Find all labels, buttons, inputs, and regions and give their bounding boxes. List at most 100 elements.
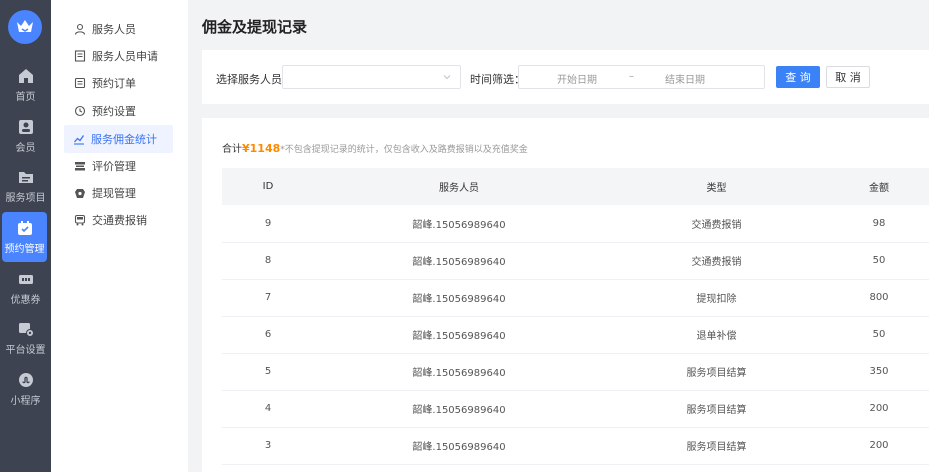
table-row: 8 韶峰.15056989640 交通费报销 50 (222, 242, 929, 280)
total-summary: 合计¥1148*不包含提现记录的统计，仅包含收入及路费报销以及充值奖金 (222, 140, 528, 155)
rail-item-label: 小程序 (10, 396, 41, 407)
submenu-item-booking-settings[interactable]: 预约设置 (65, 97, 225, 125)
rail-item-mini-program[interactable]: 小程序 (0, 364, 51, 414)
rail-item-label: 优惠券 (10, 295, 41, 306)
rail-item-label: 服务项目 (5, 193, 46, 204)
records-panel: 合计¥1148*不包含提现记录的统计，仅包含收入及路费报销以及充值奖金 ID 服… (202, 118, 929, 472)
cell-amount: 50 (829, 242, 929, 280)
calendar-check-icon (16, 219, 34, 237)
cell-id: 3 (222, 427, 314, 465)
rail-item-platform-settings[interactable]: 平台设置 (0, 313, 51, 363)
total-label: 合计 (222, 144, 242, 155)
cell-staff: 韶峰.15056989640 (314, 279, 604, 317)
cell-id: 4 (222, 390, 314, 428)
cell-staff: 韶峰.15056989640 (314, 427, 604, 465)
cell-staff: 韶峰.15056989640 (314, 242, 604, 280)
filter-panel: 选择服务人员： 时间筛选： 开始日期 – 结束日期 查 询 取 消 (202, 50, 929, 104)
cell-staff: 韶峰.15056989640 (314, 353, 604, 391)
records-table: ID 服务人员 类型 金额 9 韶峰.15056989640 交通费报销 98 … (222, 168, 929, 465)
bus-icon (74, 214, 86, 226)
rail-item-label: 首页 (15, 92, 36, 103)
rail-item-coupon[interactable]: 优惠券 (0, 263, 51, 313)
query-button[interactable]: 查 询 (776, 66, 820, 88)
submenu-item-label: 交通费报销 (92, 214, 147, 227)
submenu-item-label: 预约订单 (92, 77, 136, 90)
column-header-staff: 服务人员 (314, 168, 604, 205)
cell-staff: 韶峰.15056989640 (314, 205, 604, 243)
date-range-picker[interactable]: 开始日期 – 结束日期 (518, 65, 765, 89)
mini-program-icon (17, 371, 35, 389)
chevron-down-icon (442, 71, 452, 85)
order-icon (74, 77, 86, 89)
rail-item-home[interactable]: 首页 (0, 60, 51, 110)
user-icon (74, 23, 86, 35)
cell-id: 6 (222, 316, 314, 354)
submenu-item-label: 预约设置 (92, 105, 136, 118)
home-icon (17, 67, 35, 85)
page-title: 佣金及提现记录 (202, 18, 308, 36)
cancel-button[interactable]: 取 消 (826, 66, 870, 88)
rail-item-service[interactable]: 服务项目 (0, 161, 51, 211)
column-header-id: ID (222, 168, 314, 205)
cell-staff: 韶峰.15056989640 (314, 390, 604, 428)
submenu-item-commission-stats[interactable]: 服务佣金统计 (64, 125, 173, 153)
table-header-row: ID 服务人员 类型 金额 (222, 168, 929, 205)
clock-gear-icon (74, 105, 86, 117)
cell-type: 服务项目结算 (604, 390, 829, 428)
table-row: 5 韶峰.15056989640 服务项目结算 350 (222, 353, 929, 391)
submenu-item-label: 服务人员 (92, 23, 136, 36)
cell-type: 服务项目结算 (604, 427, 829, 465)
column-header-amount: 金额 (829, 168, 929, 205)
date-range-separator: – (629, 71, 634, 82)
rail-item-label: 平台设置 (5, 345, 46, 356)
cell-id: 8 (222, 242, 314, 280)
table-row: 4 韶峰.15056989640 服务项目结算 200 (222, 390, 929, 428)
cell-amount: 800 (829, 279, 929, 317)
app-logo[interactable] (8, 10, 42, 44)
submenu-item-reviews[interactable]: 评价管理 (65, 152, 225, 180)
table-row: 9 韶峰.15056989640 交通费报销 98 (222, 205, 929, 243)
submenu-item-booking-orders[interactable]: 预约订单 (65, 69, 225, 97)
cell-type: 提现扣除 (604, 279, 829, 317)
cell-staff: 韶峰.15056989640 (314, 316, 604, 354)
folder-icon (17, 168, 35, 186)
cell-type: 退单补偿 (604, 316, 829, 354)
table-row: 7 韶峰.15056989640 提现扣除 800 (222, 279, 929, 317)
submenu-item-label: 评价管理 (92, 160, 136, 173)
submenu-item-transport-reimbursement[interactable]: 交通费报销 (65, 206, 225, 234)
member-icon (17, 118, 35, 136)
table-row: 3 韶峰.15056989640 服务项目结算 200 (222, 427, 929, 465)
cell-amount: 200 (829, 390, 929, 428)
end-date-input[interactable]: 结束日期 (665, 71, 705, 86)
ticket-icon (17, 270, 35, 288)
cell-amount: 50 (829, 316, 929, 354)
cell-id: 5 (222, 353, 314, 391)
cell-id: 7 (222, 279, 314, 317)
withdraw-icon (74, 187, 86, 199)
rail-item-booking[interactable]: 预约管理 (2, 212, 47, 262)
cell-amount: 200 (829, 427, 929, 465)
start-date-input[interactable]: 开始日期 (557, 71, 597, 86)
crown-logo-icon (17, 20, 33, 32)
rail-item-label: 会员 (15, 143, 36, 154)
rail-item-member[interactable]: 会员 (0, 111, 51, 161)
cell-id: 9 (222, 205, 314, 243)
submenu-item-label: 提现管理 (92, 187, 136, 200)
column-header-type: 类型 (604, 168, 829, 205)
review-icon (74, 160, 86, 172)
submenu-item-withdrawals[interactable]: 提现管理 (65, 179, 225, 207)
staff-select[interactable] (282, 65, 461, 89)
rail-item-label: 预约管理 (4, 244, 45, 255)
trend-chart-icon (73, 133, 85, 145)
total-note: *不包含提现记录的统计，仅包含收入及路费报销以及充值奖金 (280, 145, 528, 155)
submenu-item-staff-application[interactable]: 服务人员申请 (65, 42, 225, 70)
submenu-item-staff[interactable]: 服务人员 (65, 15, 225, 43)
cell-type: 交通费报销 (604, 205, 829, 243)
table-row: 6 韶峰.15056989640 退单补偿 50 (222, 316, 929, 354)
total-amount: ¥1148 (242, 142, 281, 155)
cell-type: 交通费报销 (604, 242, 829, 280)
time-filter-label: 时间筛选： (470, 73, 525, 86)
settings-icon (17, 320, 35, 338)
cell-amount: 350 (829, 353, 929, 391)
submenu-item-label: 服务佣金统计 (91, 133, 157, 146)
